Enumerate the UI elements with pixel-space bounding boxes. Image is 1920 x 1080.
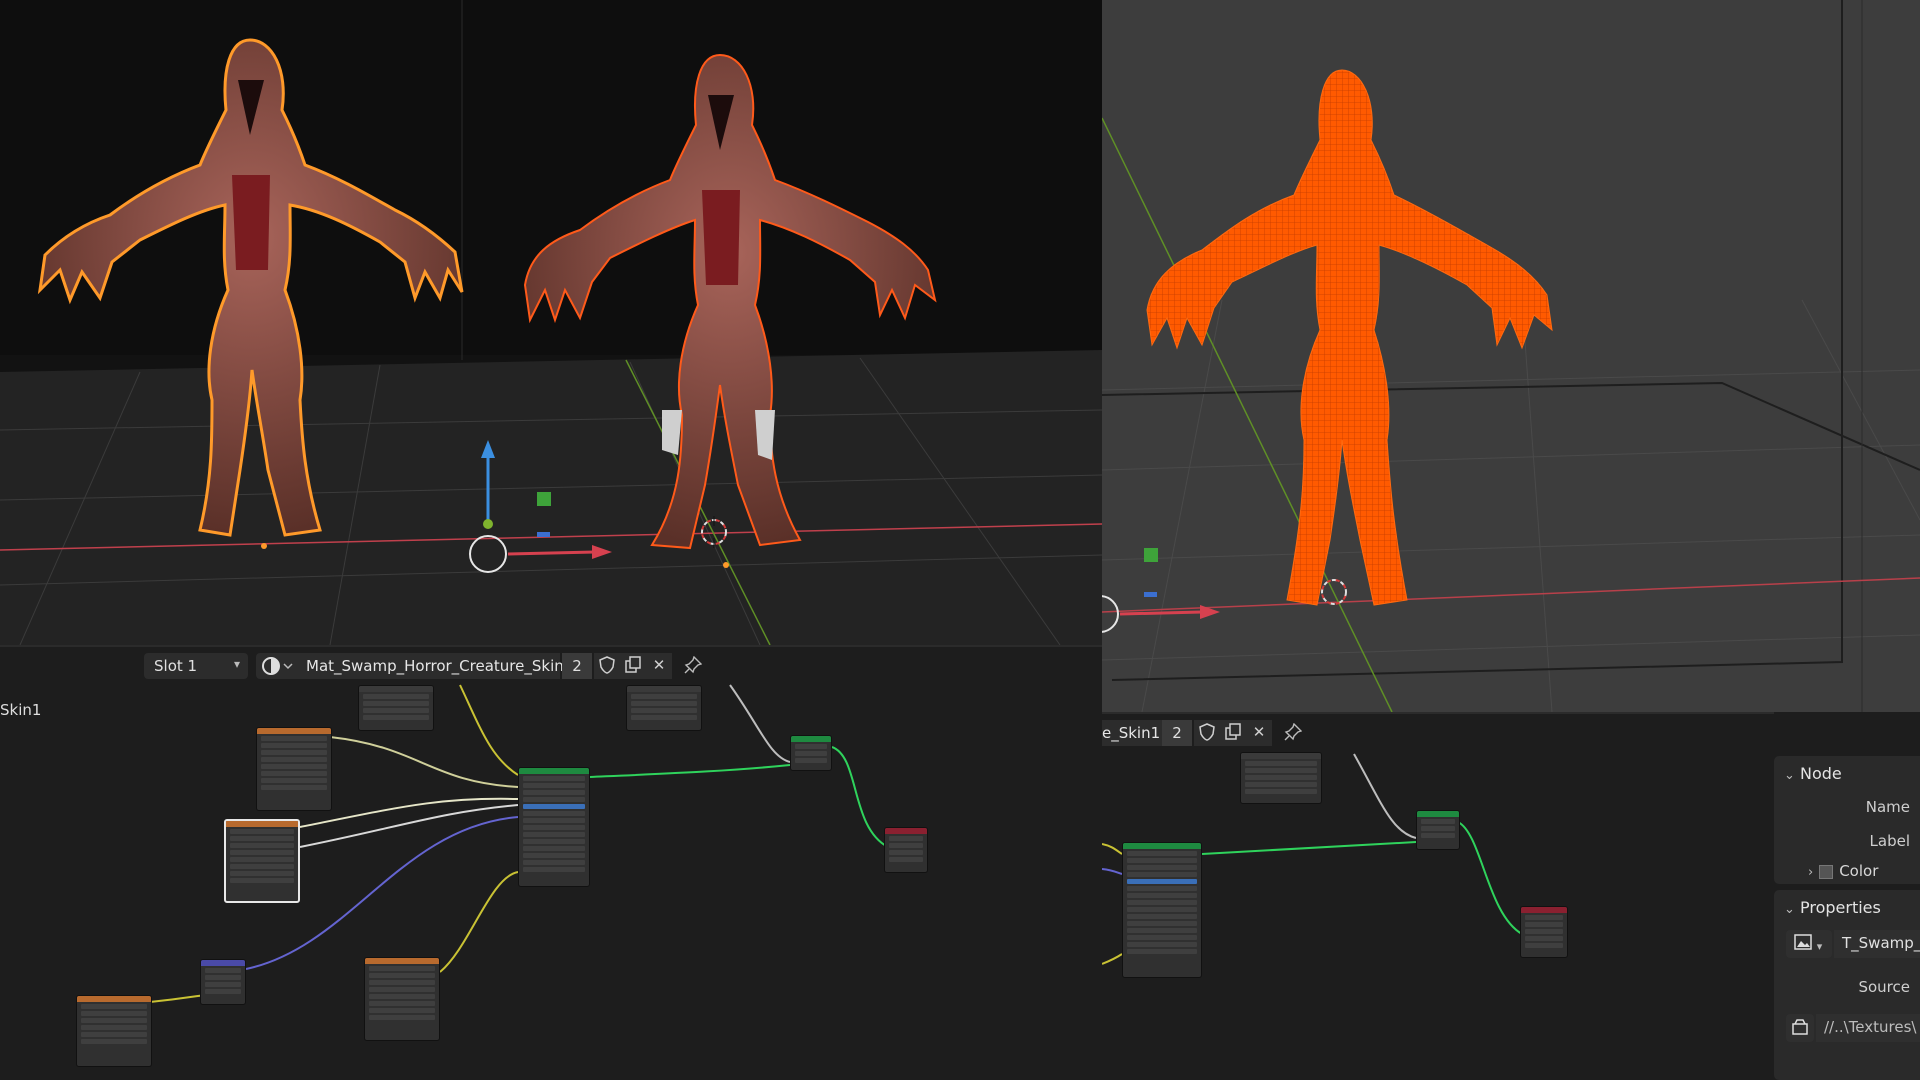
image-texture-node-active[interactable] bbox=[224, 819, 300, 903]
material-output-node[interactable] bbox=[1520, 906, 1568, 958]
viewport-left[interactable] bbox=[0, 0, 1102, 645]
node-links-right bbox=[1102, 753, 1523, 965]
texture-node[interactable] bbox=[358, 685, 434, 731]
chevron-down-icon: ▾ bbox=[1816, 940, 1823, 953]
principled-bsdf-node[interactable] bbox=[1122, 842, 1202, 978]
chevron-down-icon: ▾ bbox=[233, 657, 240, 671]
chevron-down-icon: ⌄ bbox=[1784, 902, 1795, 917]
properties-panel-title: Properties bbox=[1800, 898, 1881, 917]
material-name-partial: Skin1 bbox=[0, 701, 42, 719]
node-sidebar: ⌄ Node Name Label › Color ⌄ Properties ▾ … bbox=[1774, 712, 1920, 1080]
material-name-field[interactable]: Mat_Swamp_Horror_Creature_Skin1 bbox=[296, 653, 573, 679]
color-swatch[interactable] bbox=[1819, 864, 1834, 879]
slot-select[interactable]: Slot 1 ▾ bbox=[144, 653, 248, 679]
image-texture-node[interactable] bbox=[256, 727, 332, 811]
principled-bsdf-node[interactable] bbox=[518, 767, 590, 887]
slot-label: Slot 1 bbox=[154, 657, 198, 675]
name-label: Name bbox=[1865, 798, 1910, 816]
material-name-field[interactable]: e_Skin1 bbox=[1102, 720, 1162, 746]
package-icon[interactable] bbox=[1786, 1014, 1814, 1042]
node-panel-title: Node bbox=[1800, 764, 1842, 783]
node-editor-header: e_Skin1 2 ✕ bbox=[1102, 714, 1774, 752]
texture-node[interactable] bbox=[626, 685, 702, 731]
close-icon[interactable]: ✕ bbox=[1246, 720, 1272, 746]
viewport-right[interactable] bbox=[1102, 0, 1920, 712]
viewport-right-canvas[interactable] bbox=[1102, 0, 1920, 712]
node-editor-left[interactable]: Slot 1 ▾ Mat_Swamp_Horror_Creature_Skin1… bbox=[0, 645, 1102, 1080]
user-count-badge[interactable]: 2 bbox=[1162, 720, 1192, 746]
node-panel: ⌄ Node Name Label › Color bbox=[1774, 756, 1920, 884]
normal-map-node[interactable] bbox=[200, 959, 246, 1005]
mix-shader-node[interactable] bbox=[1416, 810, 1460, 850]
node-panel-header[interactable]: ⌄ Node bbox=[1784, 764, 1842, 783]
close-icon[interactable]: ✕ bbox=[646, 653, 672, 679]
material-output-node[interactable] bbox=[884, 827, 928, 873]
source-label: Source bbox=[1858, 978, 1910, 996]
texture-node[interactable] bbox=[1240, 752, 1322, 804]
transform-gizmo-partial[interactable] bbox=[1102, 548, 1220, 633]
properties-panel: ⌄ Properties ▾ T_Swamp_ Source //..\Text… bbox=[1774, 890, 1920, 1080]
pin-icon[interactable] bbox=[1280, 720, 1306, 746]
viewport-left-canvas[interactable] bbox=[0, 0, 1102, 645]
chevron-down-icon: ⌄ bbox=[1784, 768, 1795, 783]
label-label: Label bbox=[1869, 832, 1910, 850]
chevron-right-icon: › bbox=[1808, 865, 1814, 880]
node-editor-header: Slot 1 ▾ Mat_Swamp_Horror_Creature_Skin1… bbox=[0, 647, 1102, 685]
color-label: Color bbox=[1839, 862, 1879, 880]
pin-icon[interactable] bbox=[680, 653, 706, 679]
material-sphere-icon bbox=[262, 657, 293, 675]
image-name-field[interactable]: T_Swamp_ bbox=[1834, 930, 1920, 958]
color-row[interactable]: › Color bbox=[1808, 862, 1878, 880]
image-browse-button[interactable]: ▾ bbox=[1786, 930, 1832, 958]
node-editor-right[interactable]: e_Skin1 2 ✕ bbox=[1102, 712, 1774, 1080]
filepath-field[interactable]: //..\Textures\ bbox=[1816, 1014, 1920, 1042]
user-count-badge[interactable]: 2 bbox=[562, 653, 592, 679]
duplicate-icon[interactable] bbox=[1220, 720, 1246, 746]
image-texture-node[interactable] bbox=[76, 995, 152, 1067]
floor-grid bbox=[1102, 299, 1920, 712]
image-texture-node[interactable] bbox=[364, 957, 440, 1041]
x-axis-line bbox=[1102, 577, 1920, 613]
properties-panel-header[interactable]: ⌄ Properties bbox=[1784, 898, 1881, 917]
shield-icon[interactable] bbox=[594, 653, 620, 679]
shield-icon[interactable] bbox=[1194, 720, 1220, 746]
creature-wireframe-model[interactable] bbox=[1146, 69, 1553, 606]
mix-shader-node[interactable] bbox=[790, 735, 832, 771]
material-browse-button[interactable] bbox=[256, 653, 296, 679]
duplicate-icon[interactable] bbox=[620, 653, 646, 679]
image-icon bbox=[1794, 934, 1817, 954]
